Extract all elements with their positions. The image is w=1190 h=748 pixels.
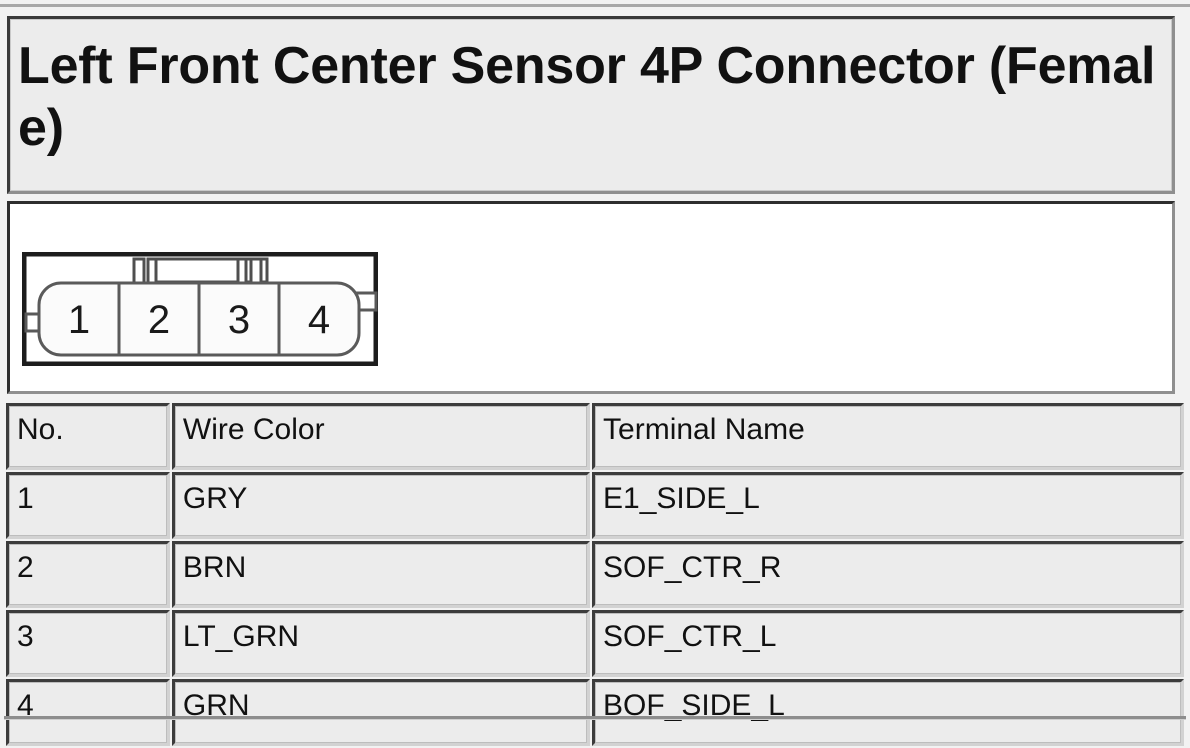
cell-pin-no-value: 1 <box>17 482 34 515</box>
table-bottom-divider-light <box>4 719 1186 720</box>
connector-pin-layout-diagram: 1 2 3 4 <box>22 252 378 366</box>
cell-wire-color-value: GRY <box>182 482 248 515</box>
connector-diagram-panel: 1 2 3 4 <box>7 201 1175 394</box>
cell-pin-no-value: 3 <box>17 620 34 653</box>
page-title: Left Front Center Sensor 4P Connector (F… <box>18 37 1156 157</box>
cell-terminal-name: BOF_SIDE_L <box>592 679 1184 746</box>
column-header-no-label: No. <box>17 413 64 446</box>
cell-wire-color: LT_GRN <box>171 610 591 677</box>
cell-terminal-name-value: E1_SIDE_L <box>603 482 760 515</box>
cell-wire-color-value: BRN <box>182 551 247 584</box>
pin-label-3: 3 <box>228 298 250 342</box>
connector-top-latch-bar <box>147 257 269 284</box>
connector-title-panel: Left Front Center Sensor 4P Connector (F… <box>7 16 1175 194</box>
cell-pin-no: 1 <box>6 472 170 539</box>
pin-label-2: 2 <box>148 298 170 342</box>
cell-pin-no: 2 <box>6 541 170 608</box>
table-row: 4 GRN BOF_SIDE_L <box>6 679 1184 746</box>
cell-terminal-name-value: SOF_CTR_R <box>603 551 782 584</box>
cell-terminal-name-value: SOF_CTR_L <box>603 620 777 653</box>
column-header-no: No. <box>6 403 170 470</box>
cell-terminal-name: E1_SIDE_L <box>592 472 1184 539</box>
cell-pin-no-value: 2 <box>17 551 34 584</box>
column-header-terminal-name: Terminal Name <box>592 403 1184 470</box>
table-row: 3 LT_GRN SOF_CTR_L <box>6 610 1184 677</box>
table-header-row: No. Wire Color Terminal Name <box>6 403 1184 470</box>
table-row: 1 GRY E1_SIDE_L <box>6 472 1184 539</box>
cell-wire-color-value: LT_GRN <box>182 620 300 653</box>
connector-pinout-table: No. Wire Color Terminal Name 1 GRY E1_SI… <box>4 401 1186 748</box>
cell-terminal-name: SOF_CTR_L <box>592 610 1184 677</box>
pin-label-1: 1 <box>68 298 90 342</box>
column-header-wire-color-label: Wire Color <box>182 413 325 446</box>
cell-terminal-name: SOF_CTR_R <box>592 541 1184 608</box>
cell-pin-no: 3 <box>6 610 170 677</box>
column-header-wire-color: Wire Color <box>171 403 591 470</box>
cell-wire-color: BRN <box>171 541 591 608</box>
cell-pin-no: 4 <box>6 679 170 746</box>
connector-info-page: Left Front Center Sensor 4P Connector (F… <box>0 0 1190 746</box>
page-top-divider <box>0 4 1190 7</box>
cell-wire-color: GRN <box>171 679 591 746</box>
column-header-terminal-name-label: Terminal Name <box>603 413 805 446</box>
connector-svg: 1 2 3 4 <box>22 252 378 366</box>
table-row: 2 BRN SOF_CTR_R <box>6 541 1184 608</box>
pin-label-4: 4 <box>308 298 330 342</box>
cell-wire-color: GRY <box>171 472 591 539</box>
